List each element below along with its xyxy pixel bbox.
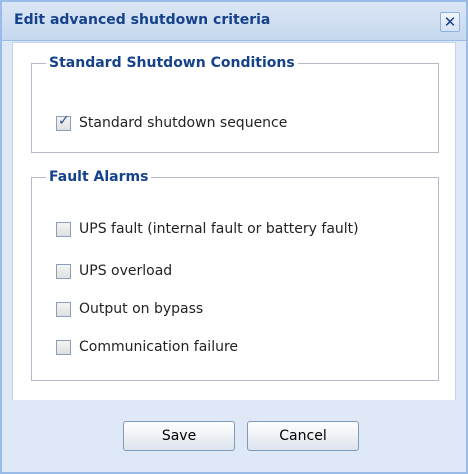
standard-shutdown-label: Standard shutdown sequence [79, 115, 288, 131]
ups-fault-option[interactable]: UPS fault (internal fault or battery fau… [56, 221, 359, 237]
dialog-footer: Save Cancel [2, 400, 466, 472]
standard-shutdown-legend: Standard Shutdown Conditions [49, 55, 295, 71]
ups-overload-label: UPS overload [79, 263, 173, 279]
cancel-button[interactable]: Cancel [247, 421, 359, 451]
output-bypass-checkbox[interactable] [56, 301, 71, 317]
standard-shutdown-fieldset: Standard Shutdown Conditions Standard sh… [31, 55, 439, 153]
output-bypass-option[interactable]: Output on bypass [56, 301, 203, 317]
communication-failure-checkbox[interactable] [56, 339, 71, 355]
shutdown-criteria-dialog: Edit advanced shutdown criteria ✕ Standa… [0, 0, 468, 474]
ups-overload-checkbox[interactable] [56, 263, 71, 279]
ups-fault-label: UPS fault (internal fault or battery fau… [79, 221, 359, 237]
fault-alarms-legend: Fault Alarms [49, 169, 149, 185]
fault-alarms-fieldset: Fault Alarms UPS fault (internal fault o… [31, 169, 439, 381]
dialog-titlebar[interactable]: Edit advanced shutdown criteria ✕ [2, 2, 466, 41]
close-icon[interactable]: ✕ [440, 12, 460, 32]
save-button[interactable]: Save [123, 421, 235, 451]
output-bypass-label: Output on bypass [79, 301, 204, 317]
communication-failure-label: Communication failure [79, 339, 239, 355]
ups-overload-option[interactable]: UPS overload [56, 263, 172, 279]
dialog-body: Standard Shutdown Conditions Standard sh… [12, 42, 456, 401]
standard-shutdown-checkbox[interactable] [56, 113, 71, 131]
dialog-title: Edit advanced shutdown criteria [14, 12, 271, 28]
standard-shutdown-option[interactable]: Standard shutdown sequence [56, 113, 288, 131]
ups-fault-checkbox[interactable] [56, 221, 71, 237]
communication-failure-option[interactable]: Communication failure [56, 339, 238, 355]
